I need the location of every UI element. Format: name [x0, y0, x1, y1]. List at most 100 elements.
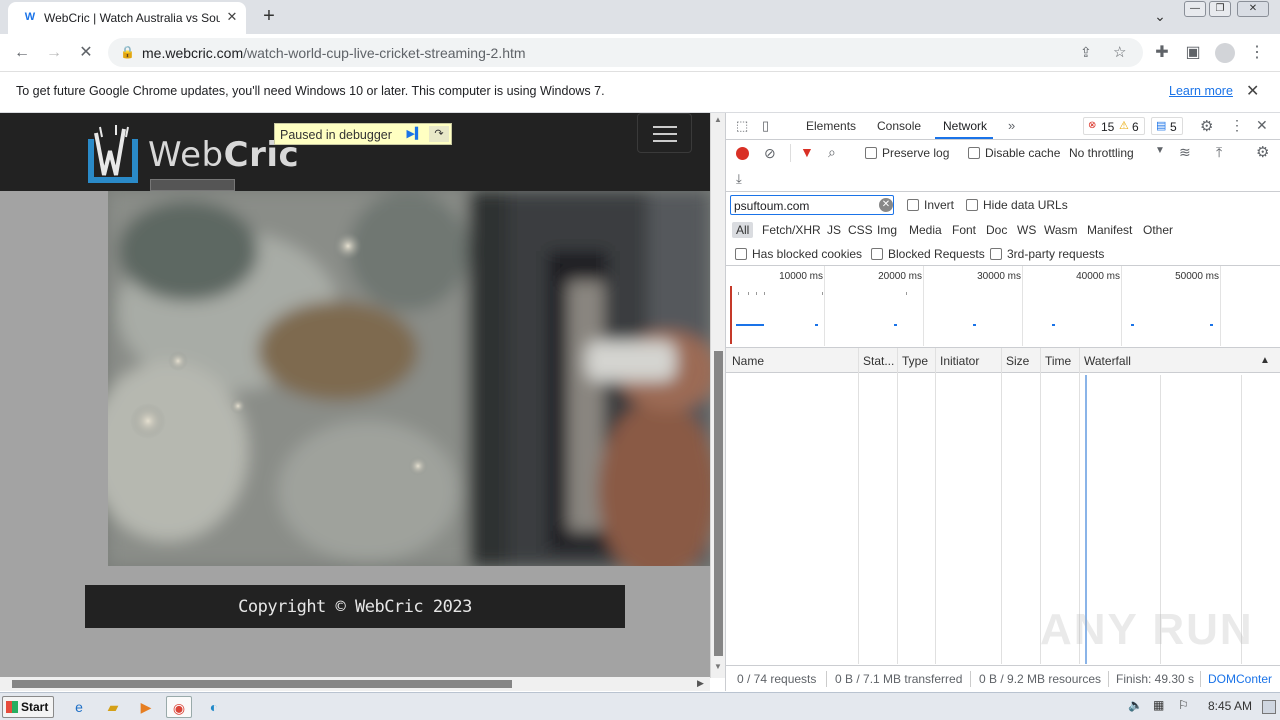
type-filter-other[interactable]: Other: [1143, 223, 1173, 237]
search-icon[interactable]: ⌕: [828, 144, 836, 161]
extensions-puzzle-icon[interactable]: ✚: [1150, 42, 1174, 64]
network-tray-icon[interactable]: ▦: [1153, 698, 1164, 712]
side-panel-icon[interactable]: ▣: [1181, 42, 1205, 64]
more-tabs-chevron-icon[interactable]: »: [1008, 118, 1015, 133]
has-blocked-cookies-checkbox[interactable]: [735, 248, 747, 260]
hide-data-urls-label[interactable]: Hide data URLs: [983, 198, 1068, 212]
hide-data-urls-checkbox[interactable]: [966, 199, 978, 211]
minimize-button[interactable]: —: [1184, 1, 1206, 17]
settings-gear-icon[interactable]: ⚙: [1200, 117, 1213, 135]
clear-filter-icon[interactable]: ✕: [879, 198, 893, 212]
filter-input[interactable]: psuftoum.com ✕: [730, 195, 894, 215]
action-center-flag-icon[interactable]: ⚐: [1178, 698, 1189, 712]
type-filter-media[interactable]: Media: [909, 223, 942, 237]
column-size[interactable]: Size: [1006, 354, 1040, 368]
stop-loading-icon[interactable]: ✕: [74, 42, 98, 64]
share-icon[interactable]: ⇪: [1080, 44, 1092, 61]
scrollbar-thumb[interactable]: [714, 351, 723, 656]
learn-more-link[interactable]: Learn more: [1169, 84, 1233, 98]
network-settings-gear-icon[interactable]: ⚙: [1256, 143, 1269, 161]
scroll-up-arrow-icon[interactable]: ▲: [714, 115, 722, 124]
third-party-checkbox[interactable]: [990, 248, 1002, 260]
restore-button[interactable]: ❐: [1209, 1, 1231, 17]
file-explorer-folder-icon[interactable]: ▰: [100, 696, 126, 718]
type-filter-js[interactable]: JS: [827, 223, 841, 237]
profile-avatar-icon[interactable]: [1215, 43, 1235, 63]
step-over-icon[interactable]: ↷: [429, 126, 449, 142]
sort-triangle-icon[interactable]: ▲: [1260, 355, 1270, 366]
column-status[interactable]: Stat...: [863, 354, 897, 368]
column-time[interactable]: Time: [1045, 354, 1079, 368]
back-arrow-icon[interactable]: ←: [10, 42, 34, 64]
media-player-icon[interactable]: ▶: [133, 696, 159, 718]
horizontal-scrollbar-thumb[interactable]: [12, 680, 512, 688]
type-filter-css[interactable]: CSS: [848, 223, 873, 237]
address-bar[interactable]: 🔒 me.webcric.com/watch-world-cup-live-cr…: [108, 38, 1143, 67]
type-filter-all[interactable]: All: [732, 222, 754, 238]
new-tab-button[interactable]: +: [258, 6, 280, 28]
blocked-requests-label[interactable]: Blocked Requests: [888, 247, 985, 261]
throttling-select[interactable]: No throttling: [1069, 146, 1134, 160]
column-initiator[interactable]: Initiator: [940, 354, 1000, 368]
device-toolbar-icon[interactable]: ▯: [762, 118, 769, 134]
tab-close-icon[interactable]: ✕: [224, 9, 240, 25]
page-horizontal-scrollbar[interactable]: ▶: [0, 677, 710, 691]
bookmark-star-icon[interactable]: ☆: [1113, 43, 1126, 61]
devtools-menu-kebab-icon[interactable]: ⋮: [1230, 117, 1244, 134]
type-filter-ws[interactable]: WS: [1017, 223, 1036, 237]
tab-console[interactable]: Console: [877, 119, 921, 133]
start-button[interactable]: Start: [2, 696, 54, 718]
lock-icon[interactable]: 🔒: [120, 45, 135, 59]
column-type[interactable]: Type: [902, 354, 936, 368]
scroll-down-arrow-icon[interactable]: ▼: [714, 662, 722, 671]
browser-tab[interactable]: W WebCric | Watch Australia vs South ✕: [8, 2, 246, 34]
type-filter-fetch-xhr[interactable]: Fetch/XHR: [762, 223, 821, 237]
network-overview-timeline[interactable]: 10000 ms 20000 ms 30000 ms 40000 ms 5000…: [726, 266, 1280, 348]
invert-checkbox[interactable]: [907, 199, 919, 211]
disable-cache-checkbox[interactable]: [968, 147, 980, 159]
devtools-close-icon[interactable]: ✕: [1256, 117, 1268, 134]
throttling-chevron-down-icon[interactable]: ▼: [1155, 145, 1165, 156]
edge-browser-icon[interactable]: ◐: [201, 696, 227, 718]
internet-explorer-icon[interactable]: e: [66, 696, 92, 718]
type-filter-wasm[interactable]: Wasm: [1044, 223, 1078, 237]
webcric-logo-icon[interactable]: [86, 123, 140, 185]
preserve-log-label[interactable]: Preserve log: [882, 146, 949, 160]
page-vertical-scrollbar[interactable]: ▲ ▼: [710, 113, 725, 678]
issues-counter[interactable]: ⊗ 15 ⚠ 6: [1083, 117, 1145, 135]
video-frame[interactable]: [108, 191, 710, 566]
messages-counter[interactable]: ▤ 5: [1151, 117, 1183, 135]
chrome-menu-kebab-icon[interactable]: ⋮: [1245, 42, 1269, 64]
has-blocked-cookies-label[interactable]: Has blocked cookies: [752, 247, 862, 261]
type-filter-img[interactable]: Img: [877, 223, 897, 237]
tab-search-chevron-icon[interactable]: ⌄: [1150, 8, 1170, 26]
scroll-right-arrow-icon[interactable]: ▶: [697, 678, 704, 689]
column-waterfall[interactable]: Waterfall: [1084, 354, 1204, 368]
type-filter-manifest[interactable]: Manifest: [1087, 223, 1132, 237]
infobar-close-icon[interactable]: ✕: [1246, 81, 1259, 101]
forward-arrow-icon[interactable]: →: [42, 42, 66, 64]
invert-label[interactable]: Invert: [924, 198, 954, 212]
preserve-log-checkbox[interactable]: [865, 147, 877, 159]
import-har-upload-icon[interactable]: ⤒: [1216, 144, 1222, 161]
type-filter-doc[interactable]: Doc: [986, 223, 1007, 237]
chrome-taskbar-icon[interactable]: ◉: [166, 696, 192, 718]
column-name[interactable]: Name: [732, 354, 852, 368]
disable-cache-label[interactable]: Disable cache: [985, 146, 1060, 160]
inspect-element-icon[interactable]: ⬚: [736, 118, 748, 134]
filter-funnel-icon[interactable]: ▼: [800, 144, 814, 160]
blocked-requests-checkbox[interactable]: [871, 248, 883, 260]
menu-hamburger-button[interactable]: [637, 113, 692, 153]
tab-elements[interactable]: Elements: [806, 119, 856, 133]
network-conditions-wifi-icon[interactable]: ≋: [1179, 144, 1191, 161]
resume-execution-icon[interactable]: ▶▍: [406, 126, 424, 142]
show-desktop-icon[interactable]: [1262, 700, 1276, 714]
tab-network[interactable]: Network: [943, 119, 987, 133]
window-close-button[interactable]: ✕: [1237, 1, 1269, 17]
third-party-label[interactable]: 3rd-party requests: [1007, 247, 1104, 261]
clear-log-icon[interactable]: ⊘: [764, 145, 776, 162]
record-button-icon[interactable]: [736, 147, 749, 160]
clock-time[interactable]: 8:45 AM: [1208, 699, 1252, 713]
type-filter-font[interactable]: Font: [952, 223, 976, 237]
volume-speaker-icon[interactable]: 🔈: [1128, 698, 1143, 712]
